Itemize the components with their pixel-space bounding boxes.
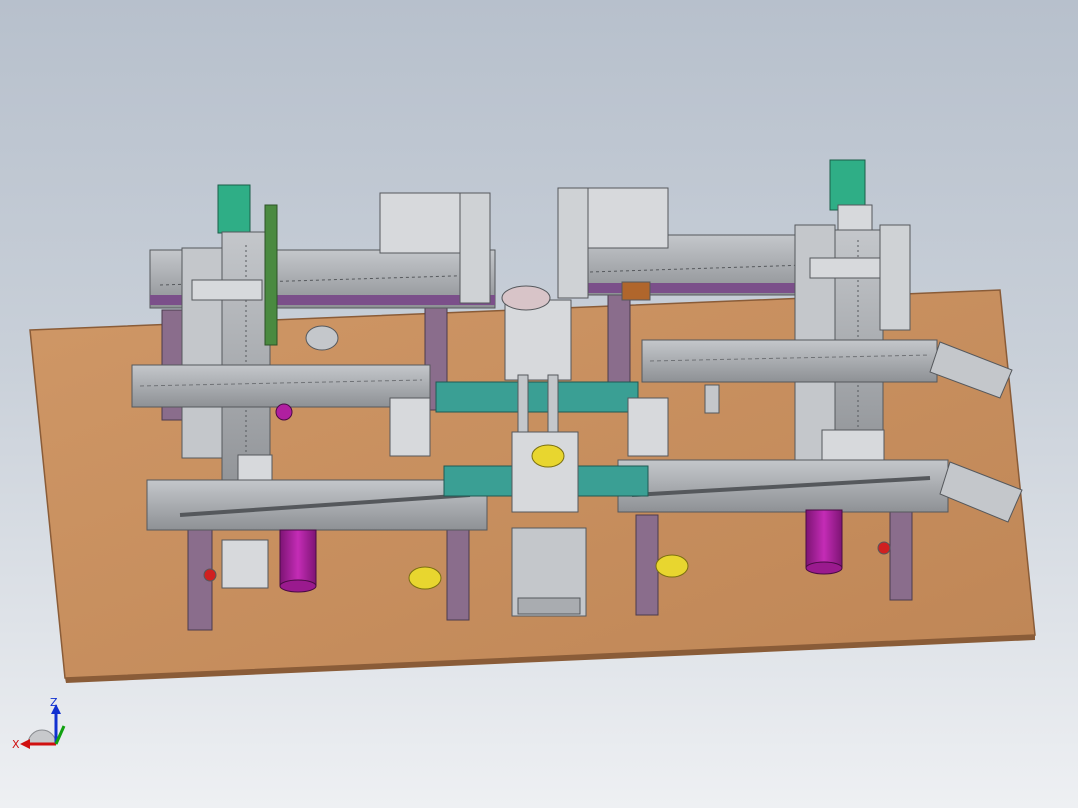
left-z-axis-module bbox=[181, 184, 278, 503]
triad-base-quadrant-icon bbox=[27, 729, 57, 745]
middle-left-rail bbox=[131, 364, 431, 408]
cad-viewport[interactable]: Z X bbox=[0, 0, 1078, 808]
front-left-rail bbox=[146, 479, 488, 531]
coordinate-triad: Z X bbox=[12, 696, 66, 751]
x-axis-arrowhead-icon bbox=[20, 739, 30, 749]
x-axis-label: X bbox=[12, 738, 20, 751]
cad-model-scene[interactable] bbox=[0, 0, 1078, 808]
z-axis-label: Z bbox=[50, 696, 58, 709]
